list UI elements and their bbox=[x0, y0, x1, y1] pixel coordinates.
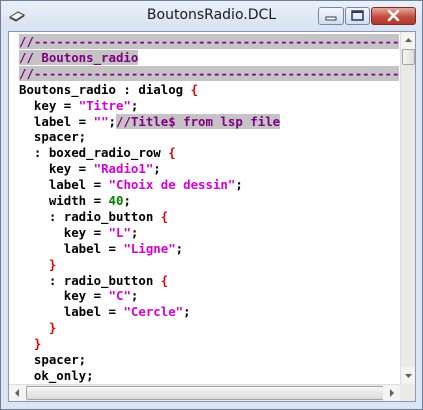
code-line[interactable]: } bbox=[19, 336, 41, 352]
code-line[interactable]: //--------------------------------------… bbox=[19, 34, 400, 50]
code-line[interactable]: : boxed_radio_row { bbox=[19, 145, 176, 161]
horizontal-scroll-thumb[interactable] bbox=[26, 386, 384, 400]
code-line[interactable]: key = "Titre"; bbox=[19, 98, 138, 114]
scroll-left-button[interactable] bbox=[9, 385, 26, 401]
vertical-scroll-thumb[interactable] bbox=[402, 49, 415, 65]
code-token: "Ligne" bbox=[123, 240, 176, 256]
scroll-up-button[interactable] bbox=[401, 32, 415, 49]
code-line[interactable]: } bbox=[19, 257, 56, 273]
code-token: "" bbox=[93, 113, 109, 129]
code-token: //--------------------------------------… bbox=[19, 34, 400, 49]
code-token: } bbox=[48, 320, 57, 336]
code-token: ; bbox=[108, 113, 116, 129]
code-token: spacer; bbox=[19, 352, 87, 367]
code-line[interactable]: key = "Radio1"; bbox=[19, 161, 161, 177]
code-line[interactable]: key = "C"; bbox=[19, 288, 139, 304]
code-line[interactable]: spacer; bbox=[19, 352, 86, 368]
code-line[interactable]: Boutons_radio : dialog { bbox=[19, 82, 198, 98]
code-token: ; bbox=[153, 161, 161, 177]
code-token: width = bbox=[19, 193, 109, 208]
code-token: ; bbox=[130, 224, 139, 240]
code-token: { bbox=[190, 81, 199, 97]
code-token: : radio_button bbox=[19, 272, 161, 288]
code-token: "Choix de dessin" bbox=[108, 177, 236, 193]
scroll-right-button[interactable] bbox=[383, 385, 400, 401]
code-token: "Radio1" bbox=[93, 161, 154, 177]
code-token: //Title$ from lsp file bbox=[116, 113, 281, 129]
code-token: key = bbox=[19, 288, 109, 304]
title-bar[interactable]: BoutonsRadio.DCL bbox=[1, 1, 422, 31]
maximize-icon bbox=[351, 10, 364, 21]
maximize-button[interactable] bbox=[345, 7, 370, 25]
code-token: ; bbox=[235, 177, 243, 193]
chevron-left-icon bbox=[15, 389, 19, 397]
code-editor[interactable]: //--------------------------------------… bbox=[9, 32, 400, 384]
code-token: "Titre" bbox=[78, 97, 131, 113]
code-token: //--------------------------------------… bbox=[19, 65, 400, 81]
minimize-icon bbox=[325, 16, 337, 21]
code-token: } bbox=[48, 256, 57, 272]
code-token: { bbox=[160, 208, 169, 224]
code-line[interactable]: : radio_button { bbox=[19, 209, 168, 225]
code-line[interactable]: label = "";//Title$ from lsp file bbox=[19, 113, 281, 130]
code-token: { bbox=[168, 145, 176, 161]
code-token: Boutons_radio : dialog bbox=[19, 81, 191, 97]
code-token: key = bbox=[19, 224, 109, 240]
chevron-down-icon bbox=[405, 374, 412, 378]
code-token: "Cercle" bbox=[123, 304, 184, 320]
code-line[interactable]: key = "L"; bbox=[19, 224, 139, 241]
editor-window: BoutonsRadio.DCL //---------------------… bbox=[0, 0, 423, 410]
scroll-down-button[interactable] bbox=[401, 367, 415, 384]
code-line[interactable]: label = "Cercle"; bbox=[19, 304, 191, 320]
code-line[interactable]: width = 40; bbox=[19, 193, 131, 209]
scrollbar-corner bbox=[400, 384, 415, 401]
horizontal-scrollbar[interactable] bbox=[9, 384, 400, 401]
code-token: label = bbox=[19, 304, 124, 320]
code-token: "L" bbox=[108, 224, 131, 240]
code-token: key = bbox=[19, 97, 79, 113]
code-token: // Boutons_radio bbox=[19, 49, 139, 65]
code-token: 40 bbox=[108, 193, 124, 208]
chevron-up-icon bbox=[405, 38, 412, 42]
minimize-button[interactable] bbox=[318, 7, 344, 25]
code-token: ; bbox=[175, 240, 184, 256]
code-token: key = bbox=[19, 161, 94, 177]
close-icon bbox=[387, 9, 400, 22]
code-line[interactable]: ok_only; bbox=[19, 368, 94, 384]
code-token: } bbox=[33, 336, 42, 352]
code-token: ; bbox=[130, 97, 139, 113]
code-line[interactable]: label = "Ligne"; bbox=[19, 241, 183, 257]
code-token: : boxed_radio_row bbox=[19, 145, 169, 161]
code-token: ok_only; bbox=[19, 367, 94, 383]
code-token: label = bbox=[19, 177, 109, 193]
vertical-scrollbar[interactable] bbox=[400, 32, 415, 384]
code-line[interactable]: } bbox=[19, 320, 56, 336]
code-line[interactable]: //--------------------------------------… bbox=[19, 65, 400, 82]
close-button[interactable] bbox=[371, 7, 416, 25]
code-token: label = bbox=[19, 113, 94, 129]
code-line[interactable]: spacer; bbox=[19, 129, 86, 145]
editor-client-area: //--------------------------------------… bbox=[8, 31, 416, 402]
chevron-right-icon bbox=[390, 389, 394, 397]
code-token: spacer; bbox=[19, 129, 87, 145]
code-line[interactable]: : radio_button { bbox=[19, 273, 168, 289]
code-token: "C" bbox=[108, 288, 131, 304]
code-token: { bbox=[160, 272, 169, 288]
code-line[interactable]: // Boutons_radio bbox=[19, 49, 139, 66]
code-token: : radio_button bbox=[19, 208, 161, 224]
code-line[interactable]: label = "Choix de dessin"; bbox=[19, 177, 243, 193]
code-token: ; bbox=[130, 288, 139, 304]
code-token: ; bbox=[183, 304, 191, 320]
code-token: ; bbox=[123, 193, 131, 208]
code-token: label = bbox=[19, 240, 124, 256]
